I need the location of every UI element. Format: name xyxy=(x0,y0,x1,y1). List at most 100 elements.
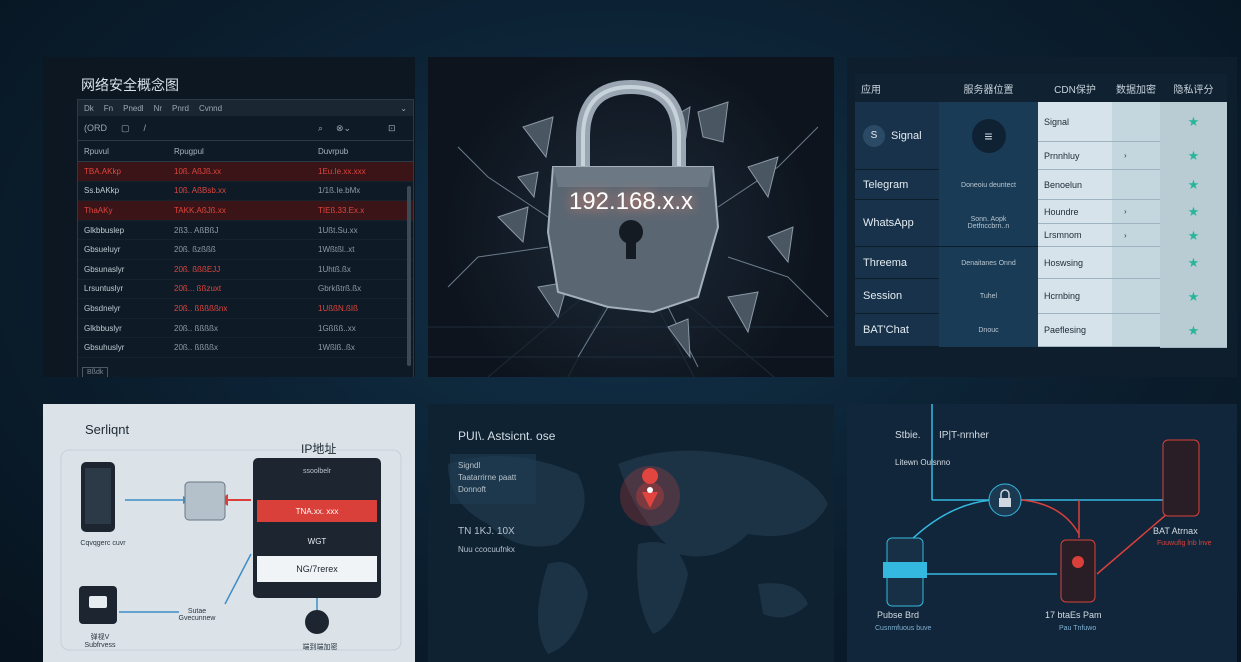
search-icon[interactable]: ⌕ xyxy=(318,123,323,134)
selected-option-bar[interactable]: NG/7rerex xyxy=(257,556,377,582)
menu-item[interactable]: Cvnnd xyxy=(199,104,222,113)
app-row-session[interactable]: Session xyxy=(855,279,939,314)
ip-address-text: 192.168.x.x xyxy=(569,188,693,215)
table-cell: Lrsuntuslyr xyxy=(84,284,124,294)
cdn-cell: Denaitanes Onnd xyxy=(939,247,1038,280)
feature-cell xyxy=(1112,314,1160,347)
star-icon: ★ xyxy=(1160,314,1227,348)
table-cell: 1Eu.Ie.xx.xxx xyxy=(318,166,366,176)
map-title: PUI\. Astsicnt. ose xyxy=(458,429,556,443)
device-label: Pubse Brd xyxy=(877,610,920,620)
app-row-threema[interactable]: Threema xyxy=(855,247,939,279)
chat-label: 弹视V Subfrvess xyxy=(84,634,116,649)
table-row[interactable]: Gbsueluyr 20ß. ßzßßß 1Wßtßl..xt xyxy=(78,240,413,260)
broken-lock-illustration: 192.168.x.x xyxy=(428,79,834,377)
panel-title: 网络安全概念图 xyxy=(81,77,179,93)
table-cell: 2ß3.. AßBßJ xyxy=(174,225,219,235)
table-cell: Gbsuhuslyr xyxy=(84,343,125,353)
table-cell: 20ß.. ßßßßx xyxy=(174,343,218,353)
server-label: Sutae Gvecunnew xyxy=(178,608,216,622)
device-label: BAT Atrnax xyxy=(1153,526,1198,536)
app-comparison-panel: 应用 服务器位置 CDN保护 数据加密 隐私评分 S Signal Telegr… xyxy=(847,57,1237,377)
column-header: 应用 xyxy=(861,84,881,96)
card-header: ssoolbelr xyxy=(302,468,331,475)
menu-item[interactable]: Fn xyxy=(104,104,113,113)
menu-item[interactable]: Dk xyxy=(84,104,94,113)
star-icon: ★ xyxy=(1160,279,1227,315)
window-icon[interactable]: ▢ xyxy=(121,123,130,134)
table-row[interactable]: TBA.AKkp 10ß. AßJß.xx 1Eu.Ie.xx.xxx xyxy=(78,162,413,182)
app-name: Threema xyxy=(863,256,908,269)
menu-item[interactable]: Pnedl xyxy=(123,104,143,113)
device-label: 17 btaEs Pam xyxy=(1045,610,1102,620)
table-row[interactable]: Gbsdnelyr 20ß.. ßßßßßnx 1UßßN.ßIß xyxy=(78,299,413,319)
cdn-cell: Sonn. Aopk Detfnccbrn..n xyxy=(939,200,1038,247)
cdn-cell: Dnouc xyxy=(939,314,1038,348)
table-cell: ThaAKy xyxy=(84,205,113,215)
feature-cell xyxy=(1112,102,1160,142)
pen-icon[interactable]: / xyxy=(144,123,147,133)
table-cell: Gbsueluyr xyxy=(84,245,121,255)
device-sublabel: Pau Tnfuwo xyxy=(1059,625,1097,632)
table-cell: 1UßßN.ßIß xyxy=(318,303,358,313)
table-cell: Gbrkßtrß.ßx xyxy=(318,284,362,294)
table-row[interactable]: Glkbbuslyr 20ß.. ßßßßx 1Gßßß..xx xyxy=(78,319,413,339)
table-row[interactable]: Gbsunaslyr 20ß. ßßßEJJ 1Uhtß.ßx xyxy=(78,260,413,280)
app-name: Signal xyxy=(891,129,922,142)
feature-cell: Lrsmnom xyxy=(1038,224,1112,247)
star-icon: ★ xyxy=(1160,170,1227,201)
log-window: Dk Fn Pnedl Nr Pnrd Cvnnd ⌄ (ORD ▢ / ⌕ ⊗… xyxy=(77,99,414,377)
comparison-header: 应用 服务器位置 CDN保护 数据加密 隐私评分 xyxy=(855,74,1227,102)
table-cell: 20ß. ßzßßß xyxy=(174,245,216,255)
column-header[interactable]: Rpugpul xyxy=(174,147,318,156)
app-row-batchat[interactable]: BAT'Chat xyxy=(855,314,939,347)
log-rows: TBA.AKkp 10ß. AßJß.xx 1Eu.Ie.xx.xxx Ss.bAKk… xyxy=(78,162,413,358)
column-header[interactable]: Duvrpub xyxy=(318,147,408,156)
table-cell: 1Uhtß.ßx xyxy=(318,264,351,274)
table-row[interactable]: ThaAKy TAKK.AßJß.xx TIEß.33.Ex.x xyxy=(78,201,413,221)
table-cell: Gbsunaslyr xyxy=(84,264,125,274)
app-row-whatsapp[interactable]: WhatsApp xyxy=(855,200,939,247)
table-cell: TBA.AKkp xyxy=(84,166,121,176)
option-bar[interactable]: WGT xyxy=(257,530,377,552)
feature-cell: Prnnhluy xyxy=(1038,142,1112,170)
info-text: Signdl Taatarrirne paatt Donnoft xyxy=(458,461,517,494)
table-row[interactable]: Glkbbuslep 2ß3.. AßBßJ 1Ußt.Su.xx xyxy=(78,221,413,241)
ip-card: ssoolbelr TNA.xx. xxx WGT NG/7rerex xyxy=(253,458,381,598)
column-header: 隐私评分 xyxy=(1173,84,1214,96)
leaked-ip-bar[interactable]: TNA.xx. xxx xyxy=(257,500,377,522)
connection-flow-panel: Stbie. IP|T-nrnher Litewn Oulsnno Pubse … xyxy=(847,404,1237,662)
feature-cell: › xyxy=(1112,224,1160,247)
column-header[interactable]: Rpuvul xyxy=(78,147,174,156)
star-icon: ★ xyxy=(1160,224,1227,248)
scrollbar[interactable] xyxy=(407,186,411,366)
table-row[interactable]: Ss.bAKkp 10ß. AßBsb.xx 1/1ß.Ie.bMx xyxy=(78,182,413,202)
chevron-down-icon[interactable]: ⌄ xyxy=(400,104,407,113)
table-cell: 20ß. ßßßEJJ xyxy=(174,264,221,274)
feature-cell xyxy=(1112,247,1160,279)
feature-cell: Hcrnbing xyxy=(1038,279,1112,314)
table-cell: Glkbbuslep xyxy=(84,225,125,235)
table-row[interactable]: Gbsuhuslyr 20ß.. ßßßßx 1Wßlß..ßx xyxy=(78,338,413,358)
app-row-signal[interactable]: S Signal xyxy=(855,102,939,170)
diagram-title: Serliqnt xyxy=(85,422,130,437)
toolbar-button[interactable]: (ORD xyxy=(84,123,107,133)
info-box: Signdl Taatarrirne paatt Donnoft xyxy=(450,454,536,504)
expand-icon[interactable]: ⊡ xyxy=(388,123,396,134)
menu-item[interactable]: Nr xyxy=(154,104,162,113)
table-cell: TIEß.33.Ex.x xyxy=(318,205,365,215)
table-cell: 10ß. AßJß.xx xyxy=(174,166,222,176)
filter-icon[interactable]: ⊗⌄ xyxy=(336,123,351,134)
broken-lock-panel: 192.168.x.x xyxy=(428,57,834,377)
table-cell: 1Ußt.Su.xx xyxy=(318,225,358,235)
table-header: Rpuvul Rpugpul Duvrpub xyxy=(78,141,413,162)
device-sublabel: Fuuwufig lnb lnve xyxy=(1157,540,1212,547)
feature-cell: Houndre xyxy=(1038,200,1112,224)
status-badge: Bßdk xyxy=(82,367,109,377)
table-cell: Glkbbuslyr xyxy=(84,323,122,333)
cdn-cell: ≡ xyxy=(939,102,1038,171)
app-row-telegram[interactable]: Telegram xyxy=(855,170,939,200)
table-cell: 1Wßlß..ßx xyxy=(318,343,355,353)
table-row[interactable]: Lrsuntuslyr 20ß... ßßzuxt Gbrkßtrß.ßx xyxy=(78,280,413,300)
menu-item[interactable]: Pnrd xyxy=(172,104,189,113)
